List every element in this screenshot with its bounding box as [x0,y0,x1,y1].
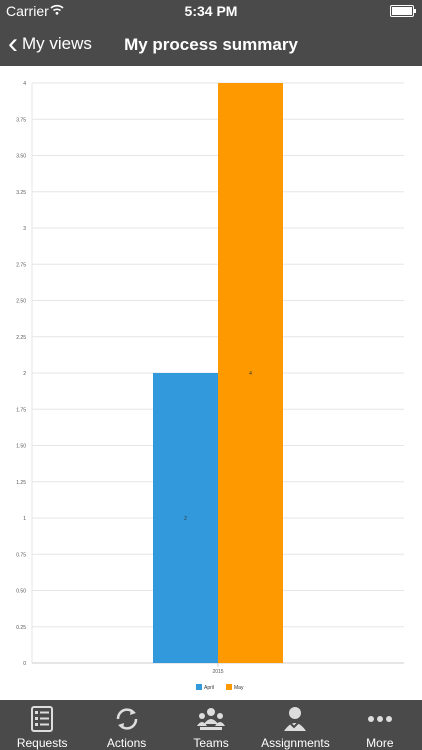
more-icon [367,716,392,722]
y-tick-label: 0.50 [16,589,26,595]
y-tick-label: 4 [23,81,26,87]
tab-label: Actions [106,736,147,750]
assignments-icon [284,707,307,731]
y-tick-label: 3.50 [16,154,26,160]
y-tick-label: 1.50 [16,444,26,450]
data-label: 4 [249,371,252,377]
x-tick-label: 2015 [212,669,223,675]
legend-label-april: April [204,685,214,691]
tab-label: Teams [193,736,229,750]
y-tick-label: 1 [23,516,26,522]
y-tick-label: 1.25 [16,480,26,486]
tab-teams[interactable]: Teams [169,700,253,750]
y-tick-label: 2.25 [16,335,26,341]
page-title: My process summary [124,35,298,54]
y-tick-label: 2 [23,371,26,377]
tab-requests[interactable]: Requests [0,700,84,750]
legend-label-may: May [234,685,244,691]
battery-icon [390,5,416,17]
y-tick-label: 0.25 [16,625,26,631]
y-tick-label: 0.75 [16,552,26,558]
tab-label: Assignments [261,736,330,750]
bar-chart: 0 0.25 0.50 0.75 1 1.25 1.50 1.75 2 2.25 2.50 2.75 3… [16,81,404,691]
legend-swatch-may [226,684,232,690]
y-tick-label: 3 [23,226,26,232]
requests-icon [31,706,54,732]
tab-bar: Requests Actions Teams Assignments More [0,700,422,750]
tab-label: More [366,736,394,750]
status-bar: Carrier 5:34 PM [0,0,422,22]
y-tick-label: 1.75 [16,407,26,413]
teams-icon [197,708,226,730]
y-tick-label: 3.75 [16,117,26,123]
data-label: 2 [184,516,187,522]
y-tick-label: 0 [23,661,26,667]
tab-actions[interactable]: Actions [84,700,168,750]
tab-label: Requests [16,736,68,750]
actions-icon [116,708,137,730]
y-tick-label: 3.25 [16,190,26,196]
y-tick-label: 2.75 [16,262,26,268]
status-time: 5:34 PM [184,3,238,19]
legend-swatch-april [196,684,202,690]
tab-assignments[interactable]: Assignments [253,700,337,750]
top-bar: Carrier 5:34 PM ‹ My views My process su… [0,0,422,66]
tab-more[interactable]: More [338,700,422,750]
y-tick-label: 2.50 [16,299,26,305]
